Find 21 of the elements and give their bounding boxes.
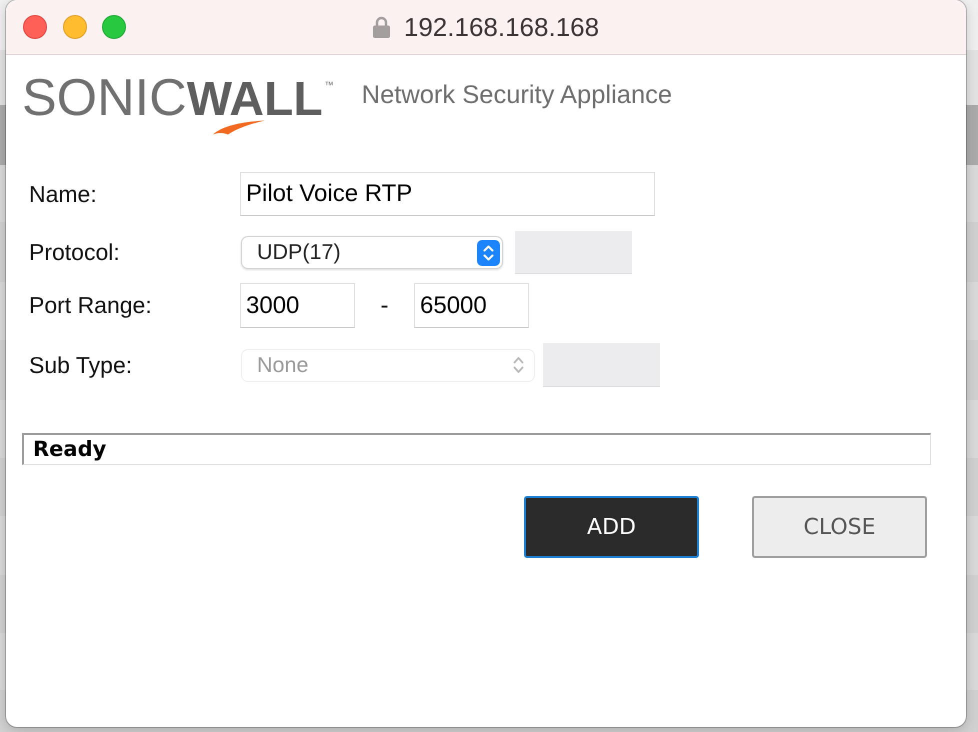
window-title: 192.168.168.168 <box>404 12 600 42</box>
stepper-icon <box>477 240 500 266</box>
stepper-icon <box>513 356 524 374</box>
zoom-icon[interactable] <box>102 15 126 39</box>
protocol-dropdown[interactable]: UDP(17) <box>241 236 503 269</box>
field-label: Name: <box>29 180 97 208</box>
name-field[interactable]: Pilot Voice RTP <box>240 172 655 216</box>
swoosh-icon <box>212 120 266 135</box>
field-label: Port Range: <box>29 292 152 319</box>
port-start-field[interactable]: 3000 <box>240 283 355 328</box>
close-icon[interactable] <box>23 15 47 39</box>
status-bar: Ready <box>22 433 931 465</box>
app-subtitle: Network Security Appliance <box>362 81 672 110</box>
minimize-icon[interactable] <box>62 15 86 39</box>
add-button[interactable]: ADD <box>524 496 699 558</box>
range-separator: - <box>380 292 390 320</box>
logo-text: SONICWALL$^{™}$ <box>22 76 332 122</box>
field-label: Sub Type: <box>29 352 132 378</box>
port-end-field[interactable]: 65000 <box>414 283 529 328</box>
close-button[interactable]: CLOSE <box>752 496 927 558</box>
field-label: Protocol: <box>29 239 120 266</box>
